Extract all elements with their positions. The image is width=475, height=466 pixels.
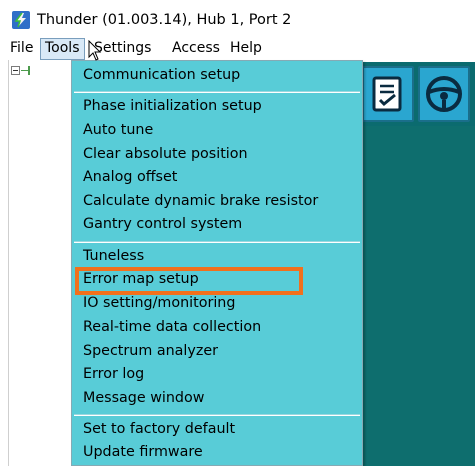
menu-bar: File Tools Settings Access Help	[0, 38, 475, 60]
menu-item-clear-absolute-position[interactable]: Clear absolute position	[83, 143, 248, 166]
menu-item-message-window[interactable]: Message window	[83, 387, 204, 410]
steering-wheel-button[interactable]	[418, 66, 470, 122]
menu-item-gantry-control-system[interactable]: Gantry control system	[83, 213, 242, 236]
title-bar: Thunder (01.003.14), Hub 1, Port 2	[0, 0, 475, 38]
menu-item-io-setting-monitoring[interactable]: IO setting/monitoring	[83, 292, 235, 315]
document-check-icon	[372, 76, 402, 112]
menu-access[interactable]: Access	[168, 38, 224, 60]
menu-tools[interactable]: Tools	[40, 38, 85, 60]
menu-item-spectrum-analyzer[interactable]: Spectrum analyzer	[83, 340, 218, 363]
menu-separator	[74, 414, 360, 416]
tools-dropdown-menu: Communication setup Phase initialization…	[71, 60, 363, 466]
menu-item-phase-initialization-setup[interactable]: Phase initialization setup	[83, 95, 262, 118]
menu-separator	[74, 241, 360, 243]
menu-item-communication-setup[interactable]: Communication setup	[83, 64, 240, 87]
thunder-app-icon	[12, 11, 30, 29]
menu-item-auto-tune[interactable]: Auto tune	[83, 119, 153, 142]
menu-separator	[74, 91, 360, 93]
steering-wheel-icon	[426, 76, 462, 112]
window-title: Thunder (01.003.14), Hub 1, Port 2	[37, 12, 292, 28]
menu-item-calculate-dynamic-brake-resistor[interactable]: Calculate dynamic brake resistor	[83, 190, 318, 213]
mouse-cursor-icon	[88, 40, 102, 61]
menu-item-tuneless[interactable]: Tuneless	[83, 245, 144, 268]
highlight-annotation	[75, 267, 303, 295]
menu-item-set-to-factory-default[interactable]: Set to factory default	[83, 418, 235, 441]
menu-file[interactable]: File	[6, 38, 37, 60]
tree-node[interactable]	[28, 66, 31, 75]
menu-item-update-firmware[interactable]: Update firmware	[83, 441, 203, 464]
menu-help[interactable]: Help	[226, 38, 266, 60]
document-check-button[interactable]	[362, 66, 414, 122]
tree-collapse-toggle[interactable]	[11, 66, 20, 75]
menu-item-analog-offset[interactable]: Analog offset	[83, 166, 177, 189]
tree-connector	[21, 70, 28, 71]
menu-item-error-log[interactable]: Error log	[83, 363, 144, 386]
menu-item-real-time-data-collection[interactable]: Real-time data collection	[83, 316, 261, 339]
